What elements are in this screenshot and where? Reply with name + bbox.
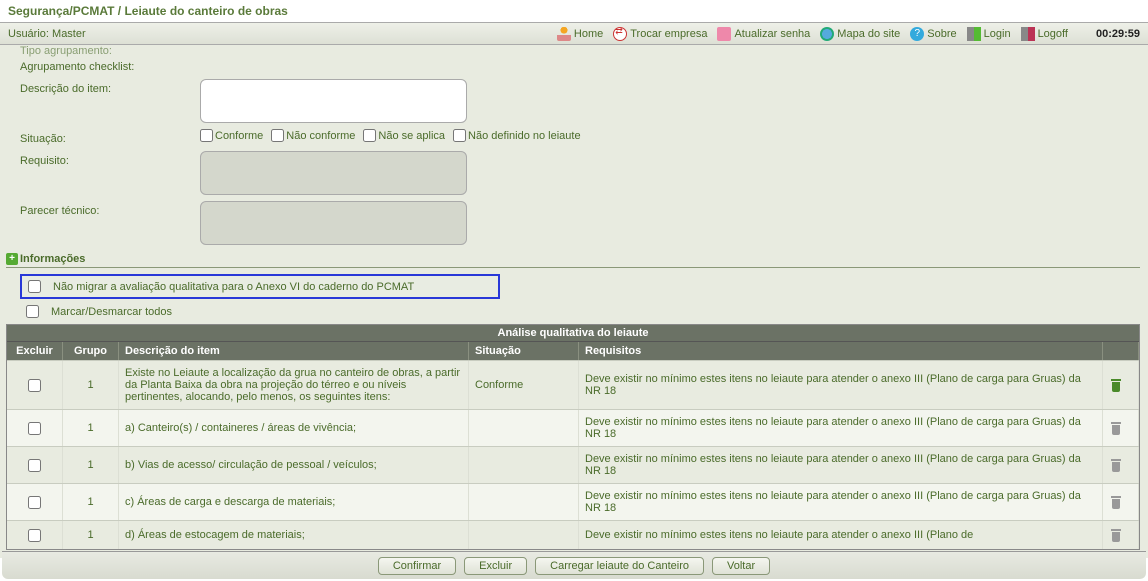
table-header: Excluir Grupo Descrição do item Situação…: [7, 342, 1139, 360]
cell-grupo: 1: [63, 484, 119, 520]
hdr-delete: [1103, 342, 1139, 360]
cell-situacao: [469, 484, 579, 520]
nav-atualizar-senha[interactable]: Atualizar senha: [717, 27, 810, 41]
cell-situacao: [469, 410, 579, 446]
hdr-grupo: Grupo: [63, 342, 119, 360]
trash-icon[interactable]: [1109, 420, 1123, 436]
trash-icon[interactable]: [1109, 377, 1123, 393]
table-analise: Análise qualitativa do leiaute Excluir G…: [6, 324, 1140, 550]
row-nao-migrar: Não migrar a avaliação qualitativa para …: [20, 274, 500, 299]
label-tipo-agrupamento: Tipo agrupamento:: [20, 45, 1140, 57]
row-exclude-chk[interactable]: [28, 459, 41, 472]
nav-trocar-empresa[interactable]: Trocar empresa: [613, 27, 707, 41]
btn-confirmar[interactable]: Confirmar: [378, 557, 456, 575]
cell-descricao: d) Áreas de estocagem de materiais;: [119, 521, 469, 549]
cell-grupo: 1: [63, 521, 119, 549]
logoff-icon: [1021, 27, 1035, 41]
cell-situacao: [469, 521, 579, 549]
trash-icon[interactable]: [1109, 527, 1123, 543]
key-icon: [717, 27, 731, 41]
globe-icon: [820, 27, 834, 41]
table-row: 1c) Áreas de carga e descarga de materia…: [7, 483, 1139, 520]
table-row: 1a) Canteiro(s) / containeres / áreas de…: [7, 409, 1139, 446]
cell-descricao: b) Vias de acesso/ circulação de pessoal…: [119, 447, 469, 483]
help-icon: [910, 27, 924, 41]
hdr-requisitos: Requisitos: [579, 342, 1103, 360]
nav-home[interactable]: Home: [557, 27, 603, 41]
section-informacoes[interactable]: + Informações: [6, 251, 1140, 268]
chk-conforme[interactable]: Conforme: [200, 129, 263, 142]
plus-icon: +: [6, 253, 18, 265]
breadcrumb: Segurança/PCMAT / Leiaute do canteiro de…: [0, 0, 1148, 23]
lbl-marcar-todos: Marcar/Desmarcar todos: [51, 306, 172, 318]
chk-marcar-todos[interactable]: [26, 305, 39, 318]
session-clock: 00:29:59: [1096, 28, 1140, 40]
footer-bar: Confirmar Excluir Carregar leiaute do Ca…: [2, 551, 1146, 579]
cell-grupo: 1: [63, 361, 119, 409]
cell-descricao: Existe no Leiaute a localização da grua …: [119, 361, 469, 409]
btn-voltar[interactable]: Voltar: [712, 557, 770, 575]
row-exclude-chk[interactable]: [28, 379, 41, 392]
nav-mapa-site[interactable]: Mapa do site: [820, 27, 900, 41]
table-row: 1Existe no Leiaute a localização da grua…: [7, 360, 1139, 409]
nav-logoff[interactable]: Logoff: [1021, 27, 1068, 41]
chk-nao-conforme[interactable]: Não conforme: [271, 129, 355, 142]
cell-requisitos: Deve existir no mínimo estes itens no le…: [579, 484, 1103, 520]
label-situacao: Situação:: [20, 129, 200, 145]
row-exclude-chk[interactable]: [28, 422, 41, 435]
trash-icon[interactable]: [1109, 457, 1123, 473]
user-label: Usuário: Master: [8, 28, 86, 40]
nav-sobre[interactable]: Sobre: [910, 27, 956, 41]
chk-nao-definido[interactable]: Não definido no leiaute: [453, 129, 581, 142]
row-exclude-chk[interactable]: [28, 529, 41, 542]
swap-icon: [613, 27, 627, 41]
cell-descricao: a) Canteiro(s) / containeres / áreas de …: [119, 410, 469, 446]
descricao-item-input[interactable]: [200, 79, 467, 123]
login-icon: [967, 27, 981, 41]
cell-requisitos: Deve existir no mínimo estes itens no le…: [579, 361, 1103, 409]
label-descricao-item: Descrição do item:: [20, 79, 200, 95]
row-exclude-chk[interactable]: [28, 496, 41, 509]
btn-carregar[interactable]: Carregar leiaute do Canteiro: [535, 557, 704, 575]
cell-requisitos: Deve existir no mínimo estes itens no le…: [579, 410, 1103, 446]
main-content: Tipo agrupamento: Agrupamento checklist:…: [0, 45, 1148, 558]
label-agrupamento-checklist: Agrupamento checklist:: [20, 57, 200, 73]
lbl-nao-migrar: Não migrar a avaliação qualitativa para …: [53, 281, 414, 293]
cell-grupo: 1: [63, 410, 119, 446]
nav-login[interactable]: Login: [967, 27, 1011, 41]
parecer-input[interactable]: [200, 201, 467, 245]
chk-nao-migrar[interactable]: [28, 280, 41, 293]
chk-nao-aplica[interactable]: Não se aplica: [363, 129, 445, 142]
hdr-excluir: Excluir: [7, 342, 63, 360]
cell-requisitos: Deve existir no mínimo estes itens no le…: [579, 521, 1103, 549]
table-row: 1d) Áreas de estocagem de materiais; Deve…: [7, 520, 1139, 549]
hdr-situacao: Situação: [469, 342, 579, 360]
cell-descricao: c) Áreas de carga e descarga de materiai…: [119, 484, 469, 520]
hdr-descricao: Descrição do item: [119, 342, 469, 360]
trash-icon[interactable]: [1109, 494, 1123, 510]
table-title: Análise qualitativa do leiaute: [7, 325, 1139, 342]
home-icon: [557, 27, 571, 41]
cell-situacao: [469, 447, 579, 483]
cell-grupo: 1: [63, 447, 119, 483]
cell-requisitos: Deve existir no mínimo estes itens no le…: [579, 447, 1103, 483]
top-bar: Usuário: Master Home Trocar empresa Atua…: [0, 23, 1148, 45]
table-row: 1b) Vias de acesso/ circulação de pessoa…: [7, 446, 1139, 483]
requisito-input[interactable]: [200, 151, 467, 195]
top-nav: Home Trocar empresa Atualizar senha Mapa…: [557, 23, 1140, 45]
label-parecer: Parecer técnico:: [20, 201, 200, 217]
cell-situacao: Conforme: [469, 361, 579, 409]
row-marcar-todos: Marcar/Desmarcar todos: [20, 301, 1140, 322]
label-requisito: Requisito:: [20, 151, 200, 167]
btn-excluir[interactable]: Excluir: [464, 557, 527, 575]
